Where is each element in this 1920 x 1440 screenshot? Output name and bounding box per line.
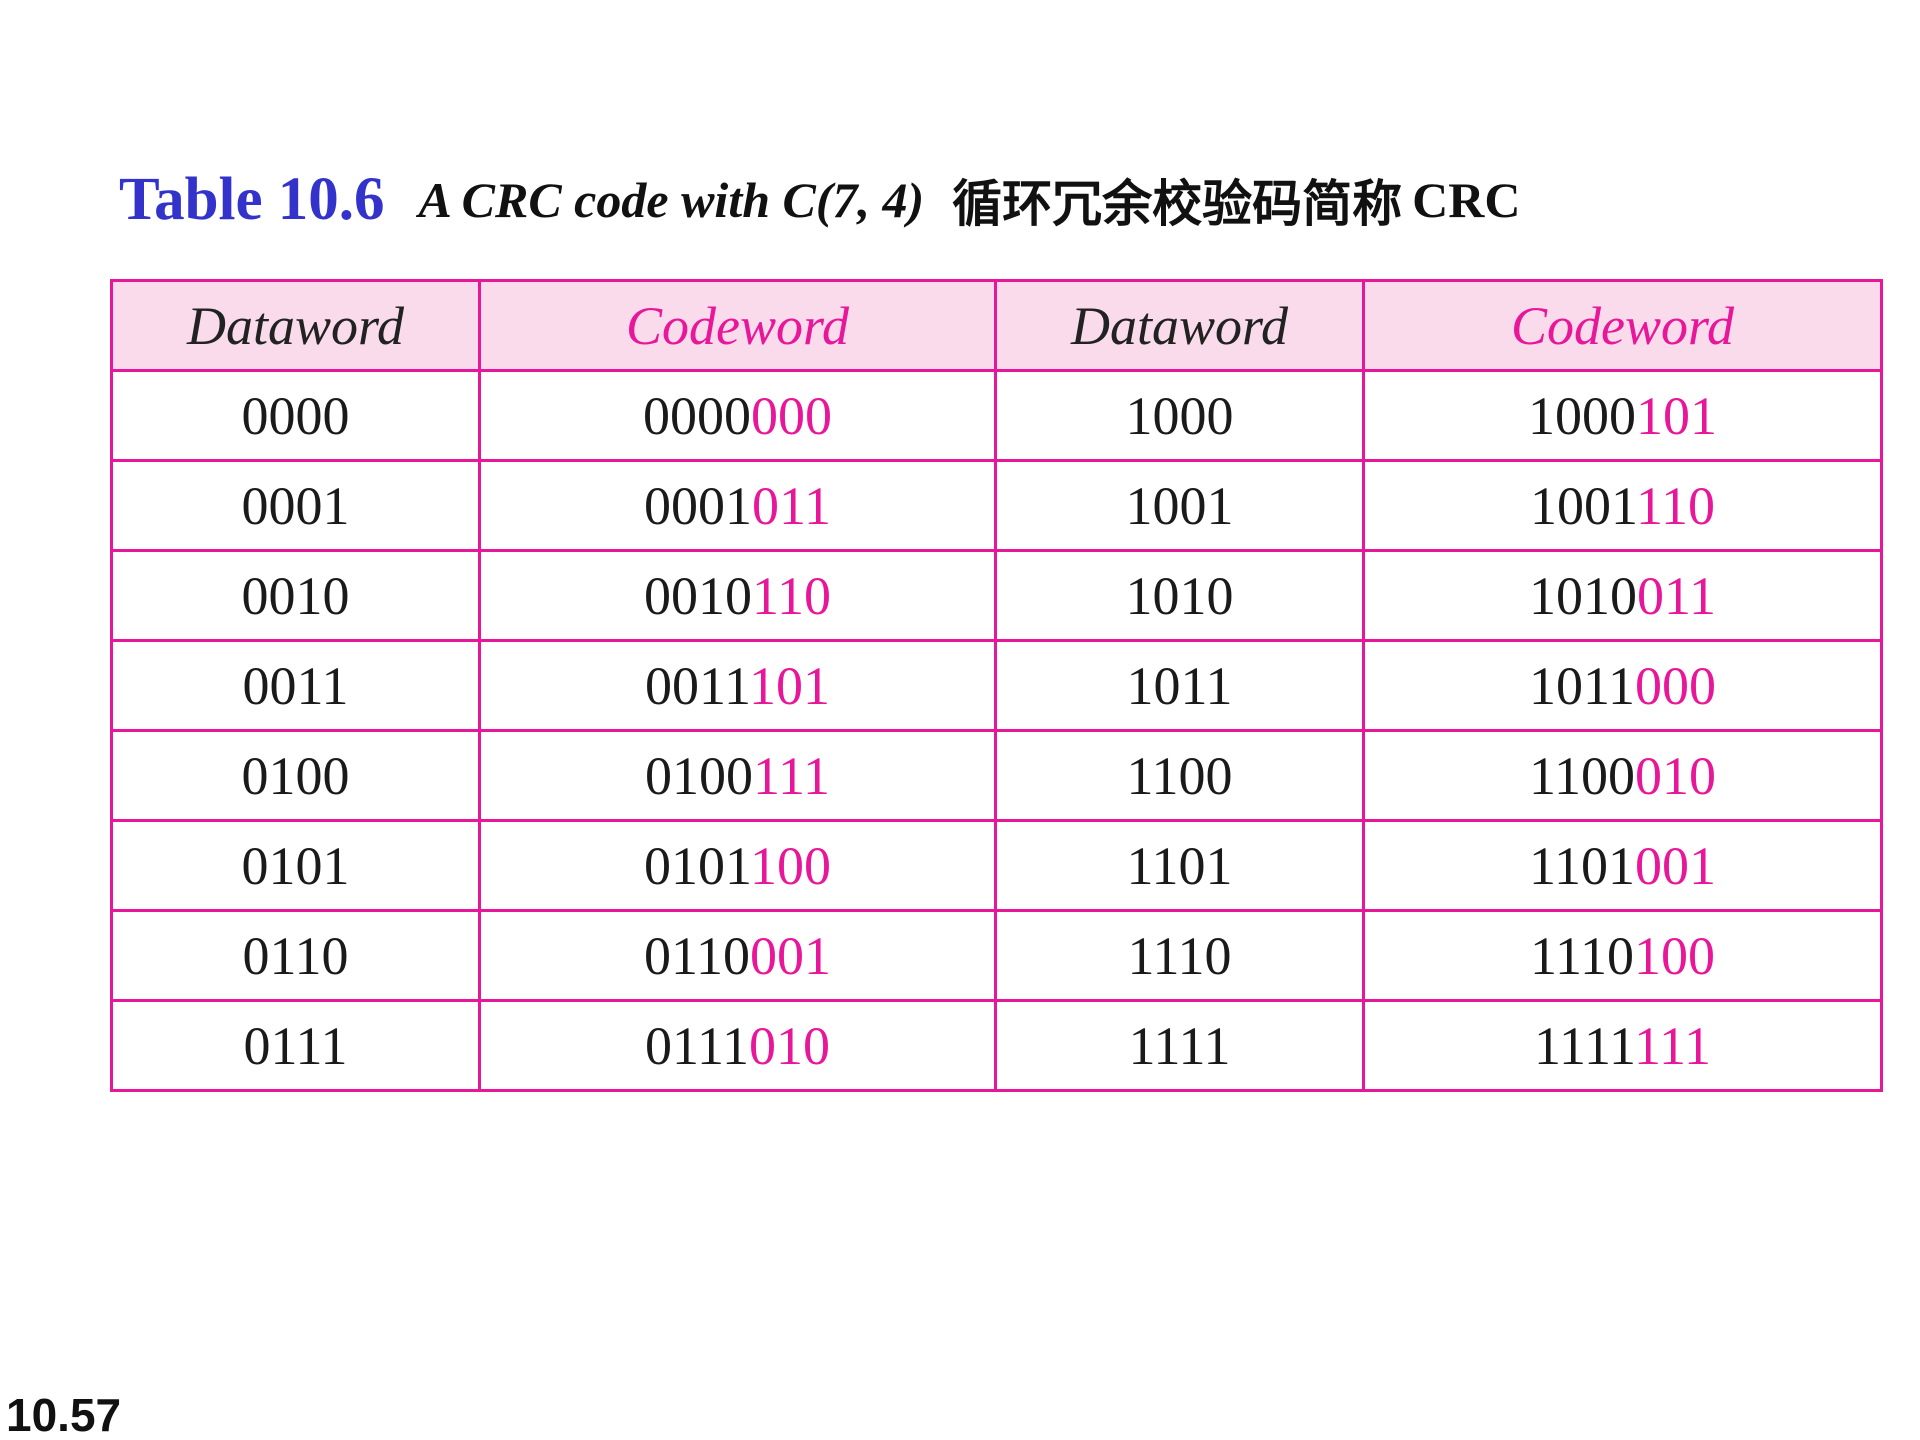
- dataword-cell-right: 1010: [994, 549, 1365, 642]
- codeword-cell-right: 1111111: [1362, 999, 1883, 1092]
- dataword-cell-left: 0010: [110, 549, 481, 642]
- dataword-cell-right: 1110: [994, 909, 1365, 1002]
- codeword-data-bits: 1010: [1529, 565, 1637, 626]
- table-caption-crc: CRC: [1412, 172, 1521, 228]
- codeword-cell-right: 1101001: [1362, 819, 1883, 912]
- codeword-check-bits: 101: [1636, 385, 1717, 446]
- codeword-cell-right: 1000101: [1362, 369, 1883, 462]
- codeword-check-bits: 001: [1635, 835, 1716, 896]
- table-row: 0110 0110001 1110 1110100: [110, 909, 1883, 1002]
- codeword-check-bits: 111: [753, 745, 830, 806]
- codeword-cell-left: 0110001: [478, 909, 997, 1002]
- dataword-cell-right: 1101: [994, 819, 1365, 912]
- codeword-check-bits: 110: [1636, 475, 1715, 536]
- table-caption-chinese: 循环冗余校验码简称: [952, 175, 1403, 233]
- header-codeword-right: Codeword: [1362, 279, 1883, 372]
- table-row: 0111 0111010 1111 1111111: [110, 999, 1883, 1092]
- codeword-data-bits: 0000: [643, 385, 751, 446]
- codeword-check-bits: 010: [1635, 745, 1716, 806]
- dataword-cell-left: 0101: [110, 819, 481, 912]
- slide-number: 10.57: [6, 1389, 122, 1440]
- codeword-data-bits: 1110: [1530, 925, 1634, 986]
- codeword-check-bits: 101: [749, 655, 830, 716]
- dataword-cell-left: 0000: [110, 369, 481, 462]
- codeword-check-bits: 110: [752, 565, 831, 626]
- table-row: 0010 0010110 1010 1010011: [110, 549, 1883, 642]
- codeword-data-bits: 1111: [1534, 1015, 1634, 1076]
- codeword-data-bits: 1001: [1530, 475, 1636, 536]
- codeword-data-bits: 1011: [1529, 655, 1635, 716]
- codeword-check-bits: 100: [750, 835, 831, 896]
- codeword-check-bits: 000: [751, 385, 832, 446]
- dataword-cell-left: 0001: [110, 459, 481, 552]
- codeword-check-bits: 111: [1633, 1015, 1711, 1076]
- table-row: 0100 0100111 1100 1100010: [110, 729, 1883, 822]
- codeword-data-bits: 1100: [1529, 745, 1635, 806]
- table-caption: A CRC code with C(7, 4): [418, 172, 925, 228]
- table-title: Table 10.6 A CRC code with C(7, 4) 循环冗余校…: [119, 160, 1521, 240]
- codeword-cell-right: 1001110: [1362, 459, 1883, 552]
- codeword-cell-left: 0111010: [478, 999, 997, 1092]
- crc-code-table: Dataword Codeword Dataword Codeword 0000…: [110, 279, 1883, 1092]
- table-row: 0011 0011101 1011 1011000: [110, 639, 1883, 732]
- codeword-data-bits: 0010: [644, 565, 752, 626]
- codeword-cell-left: 0011101: [478, 639, 997, 732]
- codeword-data-bits: 1000: [1528, 385, 1636, 446]
- codeword-check-bits: 100: [1634, 925, 1715, 986]
- codeword-data-bits: 0011: [645, 655, 749, 716]
- header-codeword-left: Codeword: [478, 279, 997, 372]
- codeword-data-bits: 0110: [644, 925, 750, 986]
- table-body: 0000 0000000 1000 1000101 0001 0001011 1001 100…: [110, 369, 1883, 1092]
- codeword-cell-left: 0101100: [478, 819, 997, 912]
- table-header-row: Dataword Codeword Dataword Codeword: [110, 279, 1883, 372]
- table-row: 0101 0101100 1101 1101001: [110, 819, 1883, 912]
- header-dataword-left: Dataword: [110, 279, 481, 372]
- codeword-cell-left: 0001011: [478, 459, 997, 552]
- dataword-cell-right: 1011: [994, 639, 1365, 732]
- dataword-cell-right: 1001: [994, 459, 1365, 552]
- codeword-check-bits: 010: [749, 1015, 830, 1076]
- codeword-check-bits: 011: [752, 475, 831, 536]
- table-row: 0000 0000000 1000 1000101: [110, 369, 1883, 462]
- codeword-check-bits: 011: [1637, 565, 1716, 626]
- table-number-label: Table 10.6: [119, 166, 385, 233]
- dataword-cell-right: 1111: [994, 999, 1365, 1092]
- codeword-data-bits: 1101: [1529, 835, 1635, 896]
- codeword-data-bits: 0101: [644, 835, 750, 896]
- table-row: 0001 0001011 1001 1001110: [110, 459, 1883, 552]
- dataword-cell-left: 0100: [110, 729, 481, 822]
- codeword-cell-right: 1110100: [1362, 909, 1883, 1002]
- dataword-cell-left: 0110: [110, 909, 481, 1002]
- codeword-cell-right: 1011000: [1362, 639, 1883, 732]
- codeword-data-bits: 0001: [644, 475, 752, 536]
- dataword-cell-right: 1000: [994, 369, 1365, 462]
- dataword-cell-left: 0011: [110, 639, 481, 732]
- codeword-cell-right: 1100010: [1362, 729, 1883, 822]
- codeword-check-bits: 001: [750, 925, 831, 986]
- codeword-check-bits: 000: [1635, 655, 1716, 716]
- codeword-cell-left: 0100111: [478, 729, 997, 822]
- codeword-cell-right: 1010011: [1362, 549, 1883, 642]
- header-dataword-right: Dataword: [994, 279, 1365, 372]
- dataword-cell-right: 1100: [994, 729, 1365, 822]
- codeword-cell-left: 0000000: [478, 369, 997, 462]
- dataword-cell-left: 0111: [110, 999, 481, 1092]
- codeword-cell-left: 0010110: [478, 549, 997, 642]
- codeword-data-bits: 0100: [645, 745, 753, 806]
- codeword-data-bits: 0111: [645, 1015, 749, 1076]
